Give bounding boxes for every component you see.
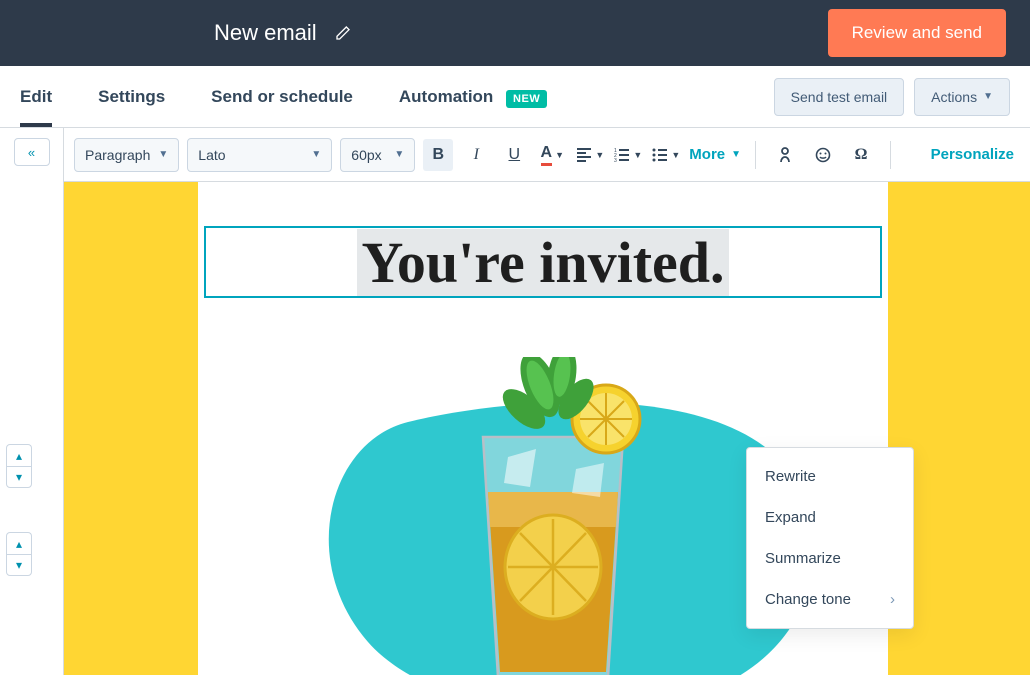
menu-item-expand[interactable]: Expand bbox=[747, 497, 913, 538]
personalize-button[interactable]: Personalize bbox=[931, 146, 1014, 163]
tab-edit[interactable]: Edit bbox=[20, 67, 52, 127]
move-up-button[interactable]: ▴ bbox=[6, 444, 32, 466]
tab-settings[interactable]: Settings bbox=[98, 67, 165, 127]
review-and-send-button[interactable]: Review and send bbox=[828, 9, 1006, 57]
align-button[interactable]: ▼ bbox=[575, 139, 605, 171]
move-down-button[interactable]: ▾ bbox=[6, 554, 32, 576]
workspace: « ▴ ▾ ▴ ▾ Paragraph ▼ Lato ▼ 60px ▼ B bbox=[0, 128, 1030, 675]
menu-label: Expand bbox=[765, 509, 816, 526]
numbered-list-button[interactable]: 123 ▼ bbox=[613, 139, 643, 171]
menu-item-summarize[interactable]: Summarize bbox=[747, 538, 913, 579]
chevron-double-left-icon: « bbox=[28, 145, 35, 160]
headline-text-block[interactable]: You're invited. bbox=[204, 226, 882, 298]
ai-context-menu: Rewrite Expand Summarize Change tone › bbox=[746, 447, 914, 629]
format-toolbar: Paragraph ▼ Lato ▼ 60px ▼ B I U A ▼ ▼ bbox=[64, 128, 1030, 182]
tab-send-or-schedule[interactable]: Send or schedule bbox=[211, 67, 353, 127]
svg-text:3: 3 bbox=[614, 158, 617, 162]
menu-label: Summarize bbox=[765, 550, 841, 567]
menu-label: Rewrite bbox=[765, 468, 816, 485]
chevron-down-icon: ▼ bbox=[731, 149, 741, 160]
emoji-button[interactable] bbox=[808, 139, 838, 171]
chevron-down-icon: ▼ bbox=[311, 149, 321, 160]
paragraph-label: Paragraph bbox=[85, 147, 150, 163]
chevron-down-icon: ▼ bbox=[633, 150, 642, 160]
reorder-control-2: ▴ ▾ bbox=[6, 532, 32, 576]
lemonade-image bbox=[458, 357, 648, 675]
more-dropdown[interactable]: More ▼ bbox=[689, 146, 741, 163]
edit-title-icon[interactable] bbox=[335, 25, 351, 41]
insert-token-button[interactable] bbox=[770, 139, 800, 171]
toolbar-divider bbox=[755, 141, 756, 169]
font-family-dropdown[interactable]: Lato ▼ bbox=[187, 138, 332, 172]
menu-item-change-tone[interactable]: Change tone › bbox=[747, 579, 913, 620]
new-badge: NEW bbox=[506, 90, 547, 108]
underline-button[interactable]: U bbox=[499, 139, 529, 171]
chevron-down-icon: ▼ bbox=[555, 150, 564, 160]
tab-automation-label: Automation bbox=[399, 87, 493, 106]
collapse-sidebar-button[interactable]: « bbox=[14, 138, 50, 166]
text-color-button[interactable]: A ▼ bbox=[537, 139, 567, 171]
bullet-list-button[interactable]: ▼ bbox=[651, 139, 681, 171]
menu-item-rewrite[interactable]: Rewrite bbox=[747, 456, 913, 497]
font-size-dropdown[interactable]: 60px ▼ bbox=[340, 138, 415, 172]
move-down-button[interactable]: ▾ bbox=[6, 466, 32, 488]
chevron-down-icon: ▼ bbox=[158, 149, 168, 160]
email-title: New email bbox=[214, 20, 317, 46]
size-label: 60px bbox=[351, 147, 381, 163]
chevron-down-icon: ▼ bbox=[595, 150, 604, 160]
tab-bar: Edit Settings Send or schedule Automatio… bbox=[0, 66, 1030, 128]
italic-button[interactable]: I bbox=[461, 139, 491, 171]
menu-label: Change tone bbox=[765, 591, 851, 608]
special-char-button[interactable]: Ω bbox=[846, 139, 876, 171]
reorder-control-1: ▴ ▾ bbox=[6, 444, 32, 488]
actions-label: Actions bbox=[931, 89, 977, 105]
app-header: New email Review and send bbox=[0, 0, 1030, 66]
send-test-email-button[interactable]: Send test email bbox=[774, 78, 905, 116]
tab-automation[interactable]: Automation NEW bbox=[399, 67, 547, 127]
left-sidebar: « ▴ ▾ ▴ ▾ bbox=[0, 128, 64, 675]
move-up-button[interactable]: ▴ bbox=[6, 532, 32, 554]
chevron-right-icon: › bbox=[890, 591, 895, 608]
chevron-down-icon: ▼ bbox=[983, 91, 993, 102]
more-label: More bbox=[689, 146, 725, 163]
chevron-down-icon: ▼ bbox=[671, 150, 680, 160]
chevron-down-icon: ▼ bbox=[394, 149, 404, 160]
toolbar-divider bbox=[890, 141, 891, 169]
paragraph-style-dropdown[interactable]: Paragraph ▼ bbox=[74, 138, 179, 172]
actions-dropdown[interactable]: Actions ▼ bbox=[914, 78, 1010, 116]
font-label: Lato bbox=[198, 147, 225, 163]
headline-text[interactable]: You're invited. bbox=[357, 229, 728, 296]
bold-button[interactable]: B bbox=[423, 139, 453, 171]
